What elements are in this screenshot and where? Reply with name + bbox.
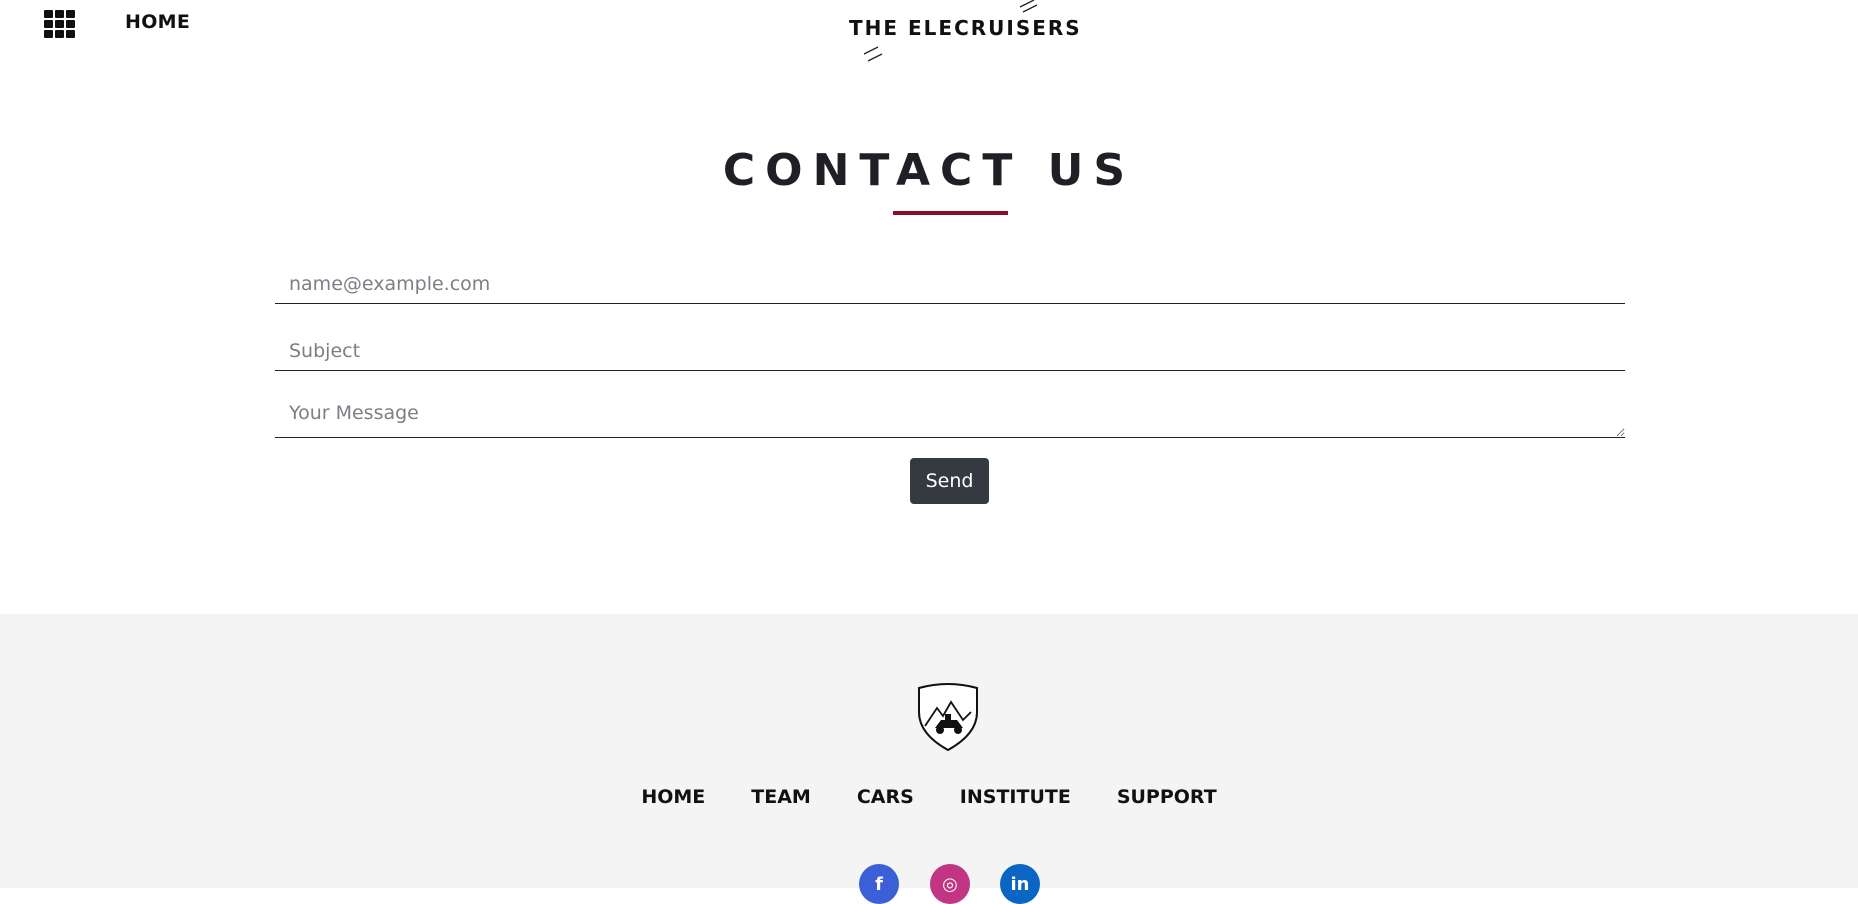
nav-home-link[interactable]: HOME <box>125 11 190 33</box>
message-field[interactable] <box>275 397 1625 438</box>
facebook-glyph: f <box>875 873 883 895</box>
footer: HOME TEAM CARS INSTITUTE SUPPORT f ◎ in <box>0 614 1858 904</box>
linkedin-glyph: in <box>1010 873 1030 895</box>
contact-title: CONTACT US <box>722 145 1136 196</box>
send-button[interactable]: Send <box>910 458 989 504</box>
linkedin-icon[interactable]: in <box>1000 864 1040 904</box>
top-navbar: HOME THE ELECRUISERS <box>0 0 1858 70</box>
footer-nav: HOME TEAM CARS INSTITUTE SUPPORT <box>0 786 1858 808</box>
apps-grid-icon[interactable] <box>44 10 76 38</box>
footer-nav-institute[interactable]: INSTITUTE <box>960 786 1071 808</box>
footer-nav-home[interactable]: HOME <box>641 786 705 808</box>
brand-title[interactable]: THE ELECRUISERS <box>849 16 1082 40</box>
instagram-icon[interactable]: ◎ <box>930 864 970 904</box>
footer-nav-support[interactable]: SUPPORT <box>1117 786 1217 808</box>
facebook-icon[interactable]: f <box>859 864 899 904</box>
shield-logo-icon[interactable] <box>913 682 983 752</box>
instagram-glyph: ◎ <box>942 873 958 895</box>
footer-nav-cars[interactable]: CARS <box>857 786 914 808</box>
email-field[interactable] <box>275 264 1625 304</box>
subject-field[interactable] <box>275 331 1625 371</box>
title-underline <box>893 211 1008 215</box>
footer-nav-team[interactable]: TEAM <box>751 786 811 808</box>
